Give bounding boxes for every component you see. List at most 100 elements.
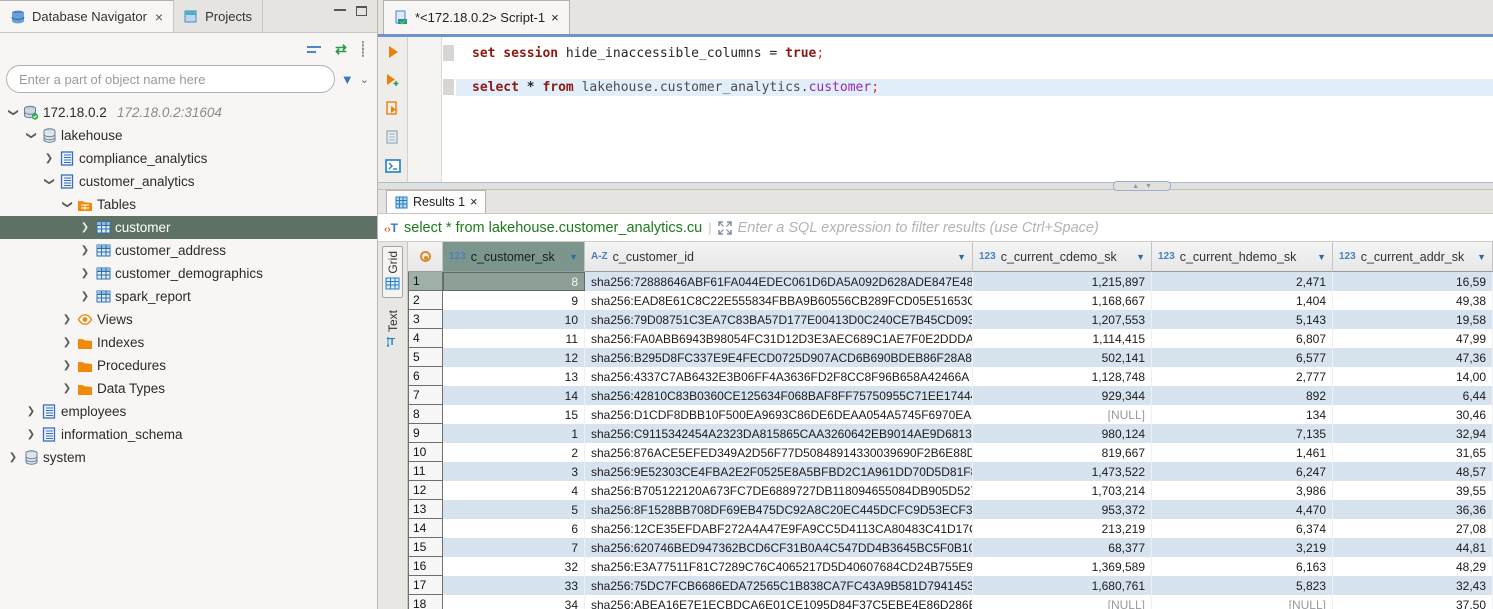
cell-hdemo[interactable]: 3,219: [1152, 538, 1333, 557]
cell-addr[interactable]: 6,44: [1333, 386, 1493, 405]
cell-sk[interactable]: 14: [443, 386, 585, 405]
tab-database-navigator[interactable]: Database Navigator ×: [0, 0, 174, 32]
close-icon[interactable]: ×: [470, 195, 477, 209]
tree-item-data-types[interactable]: ❯Data Types: [0, 377, 377, 400]
cell-addr[interactable]: 49,38: [1333, 291, 1493, 310]
column-header-c_customer_id[interactable]: A-Zc_customer_id▼: [585, 242, 973, 272]
collapse-up-icon[interactable]: ▲: [1132, 183, 1139, 190]
column-filter-arrow-icon[interactable]: ▼: [1136, 252, 1145, 262]
cell-hdemo[interactable]: 5,143: [1152, 310, 1333, 329]
chevron-collapsed-icon[interactable]: ❯: [22, 406, 40, 417]
cell-hdemo[interactable]: 7,135: [1152, 424, 1333, 443]
cell-hdemo[interactable]: 2,777: [1152, 367, 1333, 386]
column-header-c_current_hdemo_sk[interactable]: 123c_current_hdemo_sk▼: [1152, 242, 1333, 272]
chevron-collapsed-icon[interactable]: ❯: [76, 245, 94, 256]
tree-item-lakehouse[interactable]: ❯lakehouse: [0, 124, 377, 147]
column-filter-arrow-icon[interactable]: ▼: [1317, 252, 1326, 262]
cell-addr[interactable]: 27,08: [1333, 519, 1493, 538]
cell-cdemo[interactable]: 213,219: [973, 519, 1152, 538]
chevron-expanded-icon[interactable]: ❯: [62, 196, 73, 214]
row-number[interactable]: 13: [408, 500, 443, 519]
tab-projects[interactable]: Projects: [174, 0, 263, 32]
cell-id[interactable]: sha256:79D08751C3EA7C83BA57D177E00413D0C…: [585, 310, 973, 329]
cell-id[interactable]: sha256:B295D8FC337E9E4FECD0725D907ACD6B6…: [585, 348, 973, 367]
cell-addr[interactable]: 16,59: [1333, 272, 1493, 291]
cell-hdemo[interactable]: 6,577: [1152, 348, 1333, 367]
cell-addr[interactable]: 44,81: [1333, 538, 1493, 557]
chevron-down-icon[interactable]: ⌄: [360, 73, 369, 86]
cell-cdemo[interactable]: 980,124: [973, 424, 1152, 443]
results-filter-bar[interactable]: ‹›T select * from lakehouse.customer_ana…: [378, 214, 1493, 242]
chevron-expanded-icon[interactable]: ❯: [8, 104, 19, 122]
cell-addr[interactable]: 30,46: [1333, 405, 1493, 424]
row-number[interactable]: 3: [408, 310, 443, 329]
cell-cdemo[interactable]: 929,344: [973, 386, 1152, 405]
row-number[interactable]: 17: [408, 576, 443, 595]
row-number[interactable]: 10: [408, 443, 443, 462]
link-with-editor-icon[interactable]: ⇄: [335, 42, 347, 56]
chevron-collapsed-icon[interactable]: ❯: [4, 452, 22, 463]
cell-hdemo[interactable]: 134: [1152, 405, 1333, 424]
row-number[interactable]: 11: [408, 462, 443, 481]
cell-sk[interactable]: 11: [443, 329, 585, 348]
cell-hdemo[interactable]: [NULL]: [1152, 595, 1333, 609]
row-number[interactable]: 1: [408, 272, 443, 291]
cell-sk[interactable]: 15: [443, 405, 585, 424]
cell-addr[interactable]: 39,55: [1333, 481, 1493, 500]
cell-id[interactable]: sha256:C9115342454A2323DA815865CAA326064…: [585, 424, 973, 443]
cell-cdemo[interactable]: 1,207,553: [973, 310, 1152, 329]
cell-id[interactable]: sha256:E3A77511F81C7289C76C4065217D5D406…: [585, 557, 973, 576]
chevron-collapsed-icon[interactable]: ❯: [22, 429, 40, 440]
cell-hdemo[interactable]: 892: [1152, 386, 1333, 405]
cell-sk[interactable]: 1: [443, 424, 585, 443]
column-header-c_current_addr_sk[interactable]: 123c_current_addr_sk▼: [1333, 242, 1493, 272]
editor-results-splitter[interactable]: ▲ ▼: [378, 182, 1493, 190]
chevron-collapsed-icon[interactable]: ❯: [76, 222, 94, 233]
cell-cdemo[interactable]: 1,473,522: [973, 462, 1152, 481]
tree-item-indexes[interactable]: ❯Indexes: [0, 331, 377, 354]
cell-cdemo[interactable]: 1,114,415: [973, 329, 1152, 348]
cell-cdemo[interactable]: 1,680,761: [973, 576, 1152, 595]
cell-hdemo[interactable]: 6,163: [1152, 557, 1333, 576]
tree-item-172-18-0-2[interactable]: ❯172.18.0.2172.18.0.2:31604: [0, 101, 377, 124]
cell-cdemo[interactable]: 68,377: [973, 538, 1152, 557]
cell-cdemo[interactable]: 1,168,667: [973, 291, 1152, 310]
tree-item-procedures[interactable]: ❯Procedures: [0, 354, 377, 377]
cell-cdemo[interactable]: 1,215,897: [973, 272, 1152, 291]
minimize-icon[interactable]: [334, 9, 346, 12]
row-number[interactable]: 7: [408, 386, 443, 405]
cell-sk[interactable]: 10: [443, 310, 585, 329]
cell-sk[interactable]: 5: [443, 500, 585, 519]
chevron-collapsed-icon[interactable]: ❯: [40, 153, 58, 164]
cell-cdemo[interactable]: [NULL]: [973, 595, 1152, 609]
column-header-c_customer_sk[interactable]: 123c_customer_sk▼: [443, 242, 585, 272]
cell-hdemo[interactable]: 5,823: [1152, 576, 1333, 595]
cell-id[interactable]: sha256:FA0ABB6943B98054FC31D12D3E3AEC689…: [585, 329, 973, 348]
cell-sk[interactable]: 34: [443, 595, 585, 609]
code-line-2[interactable]: [456, 62, 1493, 79]
cell-hdemo[interactable]: 4,470: [1152, 500, 1333, 519]
cell-hdemo[interactable]: 6,247: [1152, 462, 1333, 481]
row-number[interactable]: 15: [408, 538, 443, 557]
collapse-all-icon[interactable]: [307, 44, 321, 54]
maximize-icon[interactable]: [356, 6, 367, 16]
cell-cdemo[interactable]: [NULL]: [973, 405, 1152, 424]
chevron-expanded-icon[interactable]: ❯: [44, 173, 55, 191]
presentation-tab-grid[interactable]: Grid: [382, 246, 403, 298]
sql-console-icon[interactable]: [385, 159, 401, 173]
chevron-collapsed-icon[interactable]: ❯: [58, 383, 76, 394]
cell-sk[interactable]: 12: [443, 348, 585, 367]
column-filter-arrow-icon[interactable]: ▼: [957, 252, 966, 262]
tree-item-employees[interactable]: ❯employees: [0, 400, 377, 423]
cell-id[interactable]: sha256:EAD8E61C8C22E555834FBBA9B60556CB2…: [585, 291, 973, 310]
execute-new-tab-icon[interactable]: [385, 73, 401, 87]
column-filter-arrow-icon[interactable]: ▼: [569, 252, 578, 262]
close-icon[interactable]: ×: [551, 10, 559, 25]
cell-id[interactable]: sha256:D1CDF8DBB10F500EA9693C86DE6DEAA05…: [585, 405, 973, 424]
row-number[interactable]: 6: [408, 367, 443, 386]
close-icon[interactable]: ×: [155, 9, 163, 25]
tree-item-spark-report[interactable]: ❯spark_report: [0, 285, 377, 308]
cell-id[interactable]: sha256:12CE35EFDABF272A4A47E9FA9CC5D4113…: [585, 519, 973, 538]
cell-sk[interactable]: 4: [443, 481, 585, 500]
cell-sk[interactable]: 7: [443, 538, 585, 557]
